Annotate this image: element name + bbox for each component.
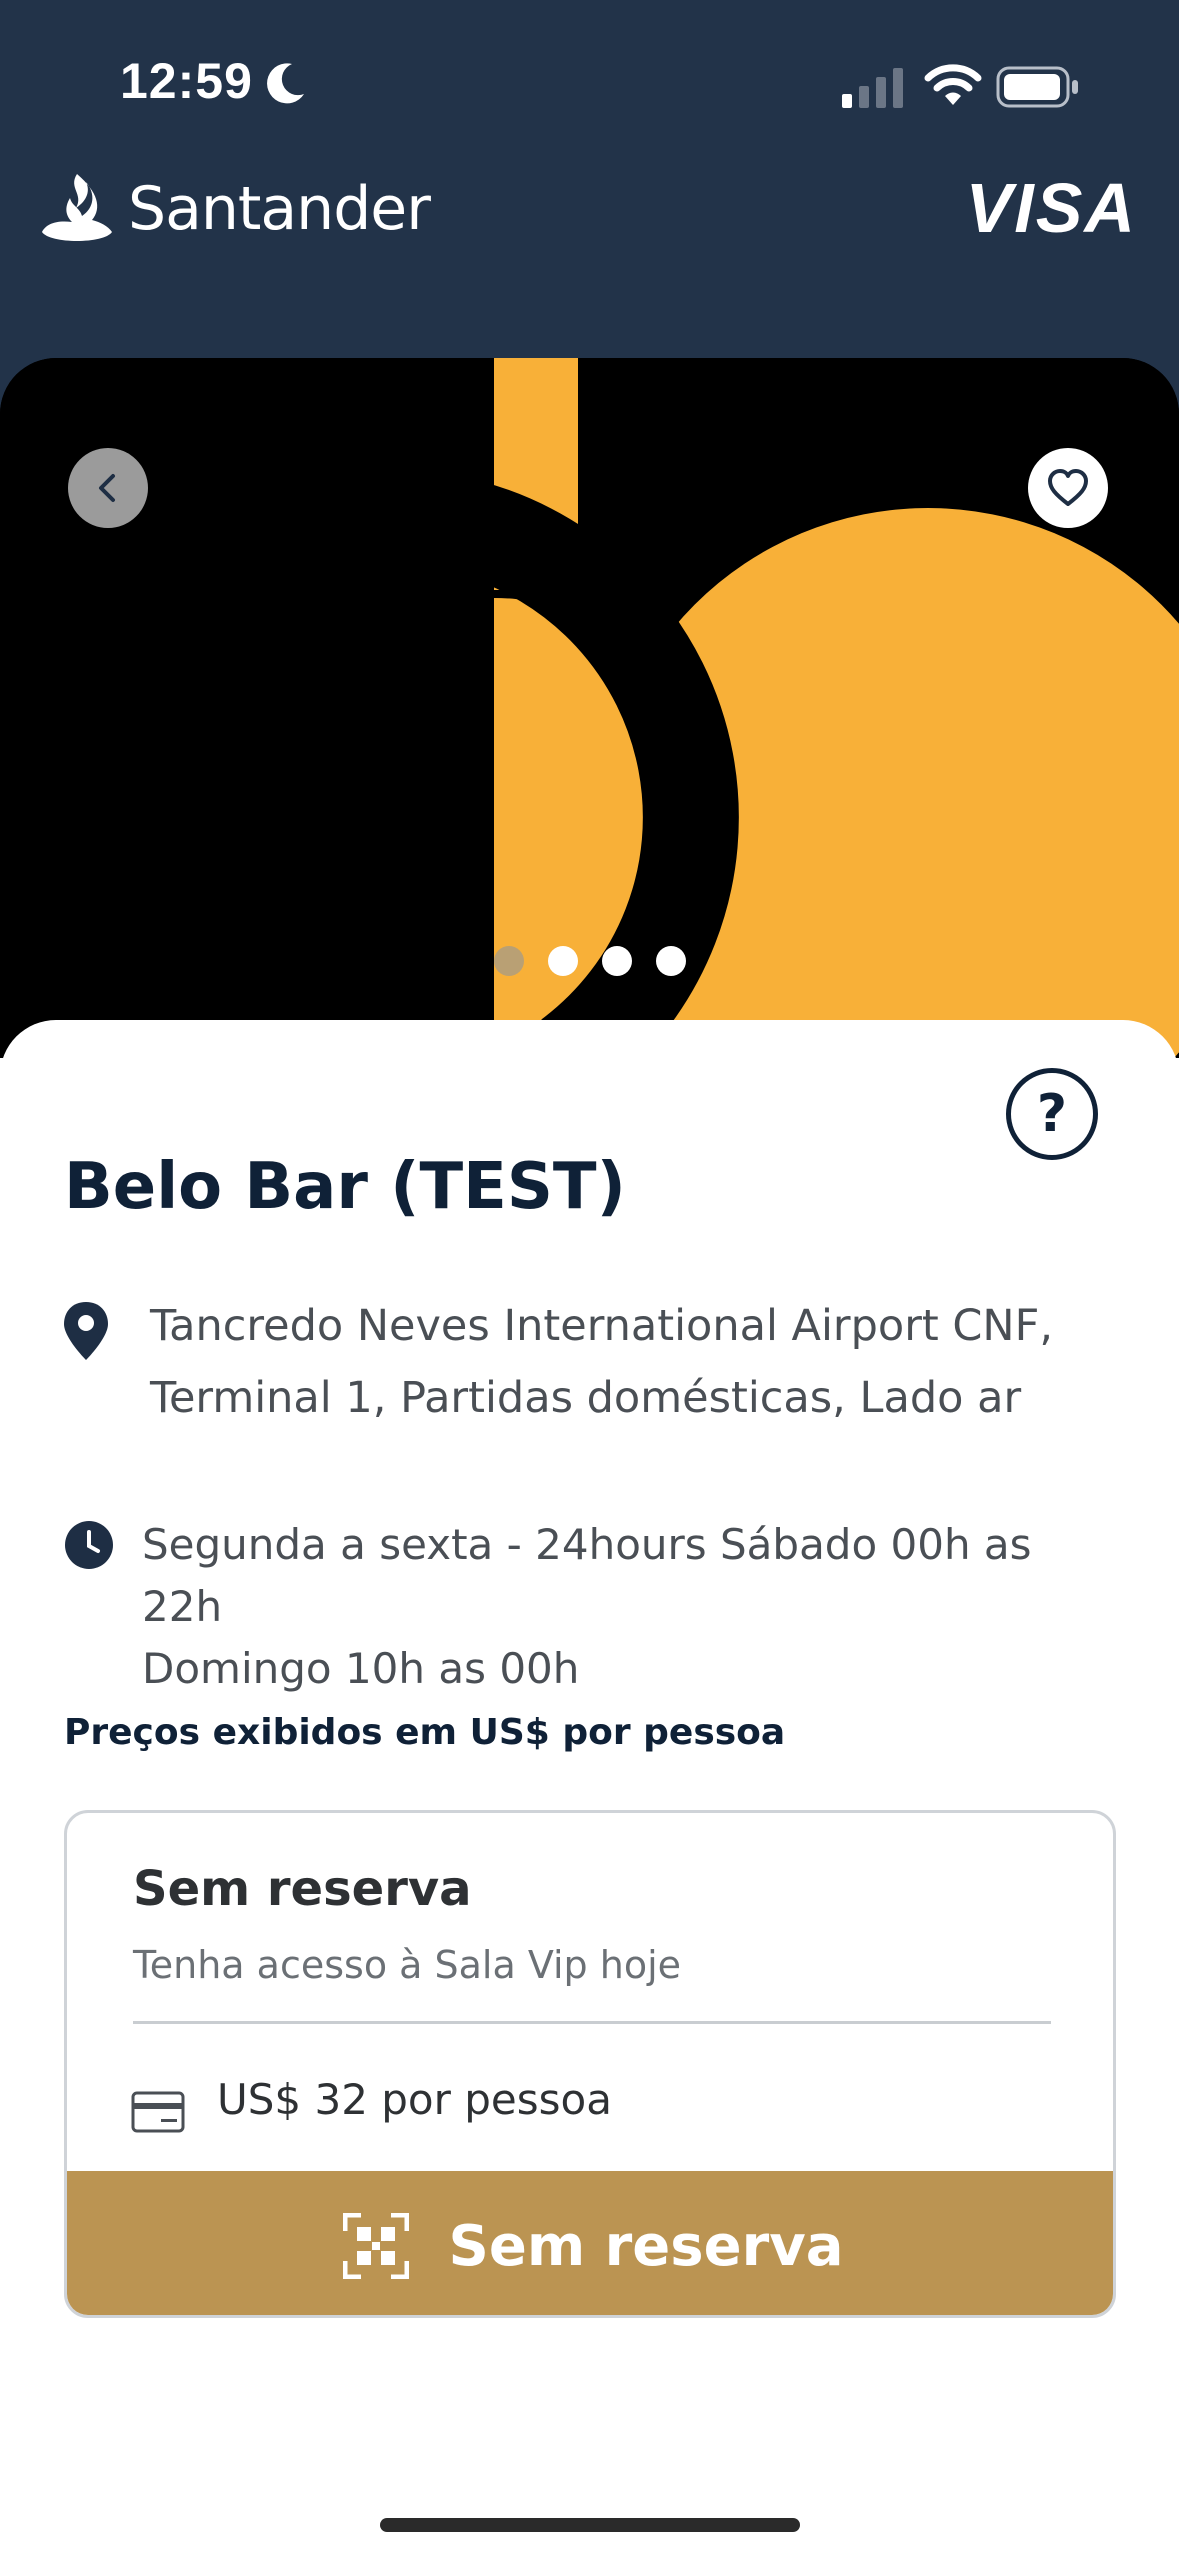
favorite-button[interactable]: [1028, 448, 1108, 528]
help-icon: ?: [1036, 1084, 1068, 1144]
sem-reserva-button-label: Sem reserva: [448, 2213, 844, 2279]
battery-icon: [996, 66, 1078, 108]
clock-icon: [65, 1521, 113, 1569]
lounge-title: Belo Bar (TEST): [64, 1150, 626, 1224]
help-button[interactable]: ?: [1006, 1068, 1098, 1160]
offer-price: US$ 32 por pessoa: [217, 2075, 612, 2124]
prices-note: Preços exibidos em US$ por pessoa: [64, 1712, 786, 1753]
hours-line-2: Domingo 10h as 00h: [142, 1644, 580, 1693]
back-button[interactable]: [68, 448, 148, 528]
moon-icon: [267, 63, 304, 104]
carousel-dot-3[interactable]: [602, 946, 632, 976]
qr-scan-icon: [342, 2213, 409, 2279]
offer-divider: [133, 2021, 1051, 2024]
visa-logo: VISA: [965, 169, 1137, 247]
credit-card-icon: [131, 2091, 185, 2133]
santander-logo: Santander: [36, 168, 431, 250]
offer-subtitle: Tenha acesso à Sala Vip hoje: [133, 1943, 682, 1987]
hero-carousel[interactable]: [0, 358, 1179, 1058]
location-address: Tancredo Neves International Airport CNF…: [150, 1290, 1110, 1434]
wifi-icon: [924, 64, 982, 105]
flame-icon: [42, 174, 112, 241]
carousel-dot-1[interactable]: [494, 946, 524, 976]
heart-icon: [1048, 469, 1088, 506]
brand-name: Santander: [128, 174, 431, 244]
location-line-2: Terminal 1, Partidas domésticas, Lado ar: [150, 1373, 1022, 1423]
hours-line-1: Segunda a sexta - 24hours Sábado 00h as …: [142, 1520, 1032, 1631]
opening-hours: Segunda a sexta - 24hours Sábado 00h as …: [142, 1514, 1122, 1700]
offer-title: Sem reserva: [133, 1861, 472, 1917]
signal-icon: [842, 68, 903, 108]
screen: 12:59 Santander VISA ? Belo Bar (TEST) T…: [0, 0, 1179, 2556]
carousel-dot-2[interactable]: [548, 946, 578, 976]
offer-card: Sem reserva Tenha acesso à Sala Vip hoje…: [64, 1810, 1116, 2318]
header: 12:59 Santander VISA: [0, 0, 1179, 420]
carousel-dot-4[interactable]: [656, 946, 686, 976]
carousel-dots[interactable]: [494, 946, 686, 976]
location-pin-icon: [64, 1302, 108, 1360]
location-line-1: Tancredo Neves International Airport CNF…: [150, 1301, 1053, 1351]
back-icon: [99, 474, 115, 502]
status-time: 12:59: [120, 53, 253, 109]
home-indicator[interactable]: [380, 2518, 800, 2532]
details-card: ? Belo Bar (TEST) Tancredo Neves Interna…: [0, 1020, 1179, 2556]
sem-reserva-button[interactable]: Sem reserva: [67, 2171, 1113, 2315]
